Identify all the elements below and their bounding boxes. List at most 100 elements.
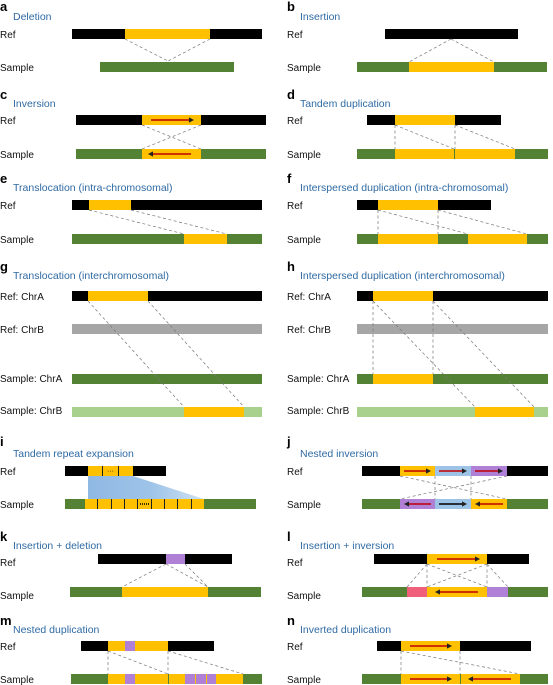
row-label: Ref: ChrB <box>0 325 44 336</box>
row-label: Sample <box>287 235 321 246</box>
duplicated-copy-segment <box>455 149 515 159</box>
row-label: Sample <box>287 675 321 685</box>
repeat-ellipsis: ··· <box>107 468 114 475</box>
ref-segment <box>168 641 214 651</box>
sample-segment <box>65 499 85 509</box>
panel-title: Inversion <box>13 98 56 110</box>
row-label: Sample <box>287 591 321 602</box>
alignment-guide <box>167 38 211 62</box>
structural-variant-figure: a Deletion Ref Sample b Insertion Ref Sa… <box>0 0 548 685</box>
sample-segment <box>208 587 261 597</box>
ref-segment <box>201 115 266 125</box>
row-label: Sample: ChrB <box>0 406 63 417</box>
panel-title: Translocation (interchromosomal) <box>13 270 169 282</box>
row-label: Ref <box>0 30 16 41</box>
sample-segment <box>527 234 548 244</box>
sample-chrB-segment <box>244 407 262 417</box>
expansion-shading <box>88 476 204 499</box>
ref-chrA-segment <box>357 291 373 301</box>
alignment-guide <box>184 563 209 588</box>
ref-segment <box>455 115 501 125</box>
row-label: Ref <box>287 467 303 478</box>
alignment-guide <box>406 563 428 588</box>
ref-segment <box>362 466 400 476</box>
sample-segment <box>243 674 262 684</box>
dup-segment <box>135 641 168 651</box>
row-label: Ref: ChrA <box>287 292 331 303</box>
nested-copy-segment <box>207 674 216 684</box>
duplicated-copy-segment <box>468 234 527 244</box>
deleted-segment <box>125 29 210 39</box>
ref-chrB-bar <box>72 324 262 334</box>
alignment-guide <box>88 209 185 235</box>
alignment-guide <box>426 563 488 588</box>
ref-segment <box>487 554 529 564</box>
ref-chrA-segment <box>72 291 88 301</box>
dup-segment <box>135 674 168 684</box>
inserted-segment <box>122 587 208 597</box>
sample-chrA-bar <box>72 374 262 384</box>
ref-segment <box>76 115 142 125</box>
row-label: Ref: ChrA <box>0 292 44 303</box>
sample-segment <box>507 499 548 509</box>
row-label: Ref <box>287 642 303 653</box>
panel-title: Tandem repeat expansion <box>13 448 134 460</box>
row-label: Sample: ChrA <box>0 374 63 385</box>
inserted-segment-left <box>407 587 427 597</box>
panel-letter: e <box>0 171 7 186</box>
row-label: Ref <box>287 116 303 127</box>
deleted-segment <box>166 554 185 564</box>
panel-h: h Interspersed duplication (interchromos… <box>287 259 505 417</box>
translocated-segment <box>184 234 227 244</box>
sample-chrA-segment <box>433 374 548 384</box>
duplicated-segment <box>395 149 454 159</box>
sample-segment <box>357 149 395 159</box>
ref-chrA-segment <box>148 291 262 301</box>
duplicated-segment <box>395 115 455 125</box>
ref-segment <box>133 466 166 476</box>
dup-segment <box>108 641 125 651</box>
panel-title: Tandem duplication <box>300 98 391 110</box>
sample-segment <box>201 149 266 159</box>
panel-letter: k <box>0 529 8 544</box>
row-label: Sample: ChrA <box>287 374 350 385</box>
panel-letter: i <box>0 434 4 449</box>
alignment-guide <box>121 563 167 588</box>
alignment-guide <box>399 475 508 500</box>
row-label: Ref <box>0 201 16 212</box>
row-label: Sample <box>0 235 34 246</box>
ref-segment <box>65 466 88 476</box>
row-label: Ref <box>287 558 303 569</box>
alignment-guide <box>107 650 169 675</box>
ref-segment <box>131 200 262 210</box>
alignment-guide <box>454 124 516 150</box>
ref-segment <box>367 115 395 125</box>
panel-a: a Deletion Ref Sample <box>0 0 52 74</box>
ref-segment <box>438 200 491 210</box>
ref-segment <box>98 554 166 564</box>
inserted-segment-right <box>487 587 508 597</box>
ref-segment <box>72 200 89 210</box>
row-label: Ref <box>287 30 303 41</box>
alignment-guide <box>124 38 169 62</box>
panel-title: Insertion + deletion <box>13 540 102 552</box>
sample-segment <box>520 674 548 684</box>
row-label: Sample: ChrB <box>287 406 350 417</box>
panel-letter: a <box>0 0 8 14</box>
dup-segment <box>108 674 125 684</box>
translocated-segment <box>89 200 131 210</box>
alignment-guide <box>141 124 202 150</box>
duplicated-segment <box>373 374 433 384</box>
sample-chrA-segment <box>357 374 373 384</box>
alignment-guide <box>408 38 452 63</box>
dup-copy-segment <box>195 674 196 684</box>
row-label: Ref <box>287 201 303 212</box>
ref-segment <box>374 554 427 564</box>
alignment-guide <box>426 563 488 588</box>
duplicated-segment <box>378 234 438 244</box>
panel-title: Insertion <box>300 11 340 23</box>
row-label: Sample <box>0 63 34 74</box>
nested-copy-segment <box>185 674 195 684</box>
dup-copy-segment <box>216 674 243 684</box>
row-label: Sample <box>0 500 34 511</box>
